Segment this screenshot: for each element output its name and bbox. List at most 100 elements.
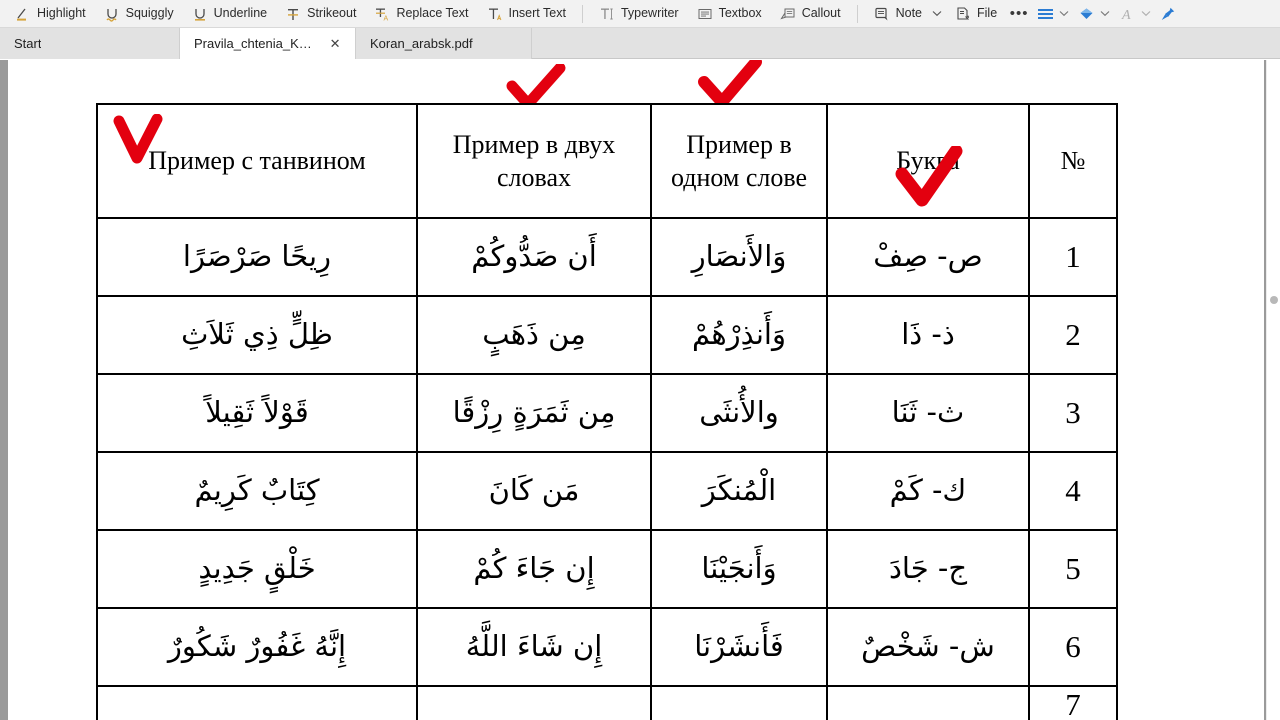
tab-start[interactable]: Start [0, 28, 180, 59]
note-dropdown-caret[interactable] [928, 3, 945, 25]
table-row: 7 [96, 685, 1118, 720]
cell-one-word-example: فَأَنشَرْنَا [650, 607, 828, 687]
tool-strikeout-label: Strikeout [307, 6, 357, 21]
tab-koran-arabsk-label: Koran_arabsk.pdf [370, 36, 473, 51]
chevron-down-icon [932, 11, 941, 17]
table-row: قَوْلاً ثَقِيلاً مِن ثَمَرَةٍ رِزْقًا وا… [96, 373, 1118, 453]
tool-file-attach[interactable]: File [946, 2, 1006, 26]
tool-replace-text-label: Replace Text [396, 6, 469, 21]
cell-number: 4 [1028, 451, 1118, 531]
cell-letter: ث- ثَنَا [826, 373, 1030, 453]
tool-note-label: Note [895, 6, 923, 21]
tool-highlight-label: Highlight [37, 6, 86, 21]
cell-letter: ش- شَخْصٌ [826, 607, 1030, 687]
table-row: ظِلٍّ ذِي ثَلاَثِ مِن ذَهَبٍ وَأَنذِرْهُ… [96, 295, 1118, 375]
text-align-icon [1037, 8, 1053, 19]
cell-number: 6 [1028, 607, 1118, 687]
pin-toolbar-button[interactable] [1155, 2, 1181, 26]
cell-two-words-example [416, 685, 652, 720]
chevron-down-icon [1059, 11, 1069, 17]
cell-tanwin-example: كِتَابٌ كَرِيمٌ [96, 451, 418, 531]
document-tab-bar: Start Pravila_chtenia_Koran... ✕ Koran_a… [0, 28, 1280, 59]
tab-active-label: Pravila_chtenia_Koran... [194, 36, 315, 51]
close-icon[interactable]: ✕ [329, 36, 341, 52]
cell-number: 5 [1028, 529, 1118, 609]
tool-squiggly-label: Squiggly [125, 6, 174, 21]
cell-number: 2 [1028, 295, 1118, 375]
file-attach-icon [957, 6, 969, 20]
tool-highlight[interactable]: Highlight [6, 2, 95, 26]
tool-insert-text[interactable]: Insert Text [478, 2, 575, 26]
text-align-dropdown-caret[interactable] [1055, 3, 1072, 25]
column-header-two-words-example: Пример в двух словах [416, 103, 652, 219]
cell-one-word-example: وَأَنجَيْنَا [650, 529, 828, 609]
cell-two-words-example: مِن ذَهَبٍ [416, 295, 652, 375]
cell-tanwin-example: رِيحًا صَرْصَرًا [96, 217, 418, 297]
cell-letter: ص- صِفْ [826, 217, 1030, 297]
toolbar-separator-2 [856, 4, 858, 23]
tajweed-rules-table: Пример с танвином Пример в двух словах П… [96, 103, 1118, 720]
checkmark-header-bukva [894, 146, 964, 208]
tool-textbox[interactable]: Textbox [688, 2, 771, 26]
more-tools-button[interactable]: ••• [1006, 2, 1032, 26]
pdf-viewer[interactable]: Пример с танвином Пример в двух словах П… [0, 60, 1280, 720]
tool-note[interactable]: Note [865, 2, 931, 26]
cell-tanwin-example [96, 685, 418, 720]
strikeout-icon [288, 8, 299, 20]
cell-two-words-example: مَن كَانَ [416, 451, 652, 531]
cell-tanwin-example: خَلْقٍ جَدِيدٍ [96, 529, 418, 609]
cell-two-words-example: أَن صَدُّوكُمْ [416, 217, 652, 297]
cell-number: 7 [1028, 685, 1118, 720]
svg-text:A: A [384, 15, 389, 22]
table-row: إِنَّهُ غَفُورٌ شَكُورٌ إِن شَاءَ اللَّه… [96, 607, 1118, 687]
pin-icon [1161, 7, 1175, 20]
cell-two-words-example: إِن جَاءَ كُمْ [416, 529, 652, 609]
table-row: كِتَابٌ كَرِيمٌ مَن كَانَ الْمُنكَرَ ك- … [96, 451, 1118, 531]
scrollbar-thumb[interactable] [1270, 296, 1278, 304]
cell-number: 3 [1028, 373, 1118, 453]
fill-color-dropdown-caret[interactable] [1096, 3, 1113, 25]
vertical-scrollbar[interactable] [1266, 60, 1280, 720]
tab-pravila-chtenia-koran[interactable]: Pravila_chtenia_Koran... ✕ [180, 28, 356, 59]
tool-strikeout[interactable]: Strikeout [276, 2, 365, 26]
replace-text-icon: A [376, 8, 389, 22]
tool-squiggly[interactable]: Squiggly [95, 2, 183, 26]
column-header-one-word-example: Пример в одном слове [650, 103, 828, 219]
cell-two-words-example: إِن شَاءَ اللَّهُ [416, 607, 652, 687]
underline-icon [192, 6, 208, 22]
cell-letter: ك- كَمْ [826, 451, 1030, 531]
font-style-dropdown-caret[interactable] [1137, 3, 1154, 25]
tool-file-label: File [977, 6, 998, 21]
table-row: رِيحًا صَرْصَرًا أَن صَدُّوكُمْ وَالأَنص… [96, 217, 1118, 297]
cell-number: 1 [1028, 217, 1118, 297]
tool-typewriter[interactable]: Typewriter [590, 2, 688, 26]
cell-tanwin-example: إِنَّهُ غَفُورٌ شَكُورٌ [96, 607, 418, 687]
cell-one-word-example: الْمُنكَرَ [650, 451, 828, 531]
tool-replace-text[interactable]: A Replace Text [365, 2, 477, 26]
tab-koran-arabsk-pdf[interactable]: Koran_arabsk.pdf [356, 28, 532, 59]
tool-callout[interactable]: Callout [771, 2, 850, 26]
tool-textbox-label: Textbox [718, 6, 762, 21]
annotation-toolbar: Highlight Squiggly Underline Strikeout A… [0, 0, 1280, 28]
table-header-row: Пример с танвином Пример в двух словах П… [96, 103, 1118, 219]
tool-insert-text-label: Insert Text [508, 6, 566, 21]
cell-one-word-example [650, 685, 828, 720]
cell-one-word-example: وَالأَنصَارِ [650, 217, 828, 297]
toolbar-separator-1 [581, 4, 583, 23]
typewriter-icon [600, 8, 613, 19]
tool-underline-label: Underline [213, 6, 268, 21]
cell-tanwin-example: قَوْلاً ثَقِيلاً [96, 373, 418, 453]
svg-text:A: A [1121, 8, 1131, 22]
note-icon [875, 7, 888, 20]
cell-two-words-example: مِن ثَمَرَةٍ رِزْقًا [416, 373, 652, 453]
cell-letter: ج- جَادَ [826, 529, 1030, 609]
table-row: خَلْقٍ جَدِيدٍ إِن جَاءَ كُمْ وَأَنجَيْن… [96, 529, 1118, 609]
fill-color-icon [1080, 8, 1093, 19]
tool-typewriter-label: Typewriter [620, 6, 679, 21]
tool-underline[interactable]: Underline [183, 2, 277, 26]
callout-icon [780, 8, 795, 19]
pdf-page[interactable]: Пример с танвином Пример в двух словах П… [8, 60, 1264, 720]
tool-callout-label: Callout [801, 6, 841, 21]
cell-one-word-example: وَأَنذِرْهُمْ [650, 295, 828, 375]
highlight-icon [15, 6, 31, 22]
